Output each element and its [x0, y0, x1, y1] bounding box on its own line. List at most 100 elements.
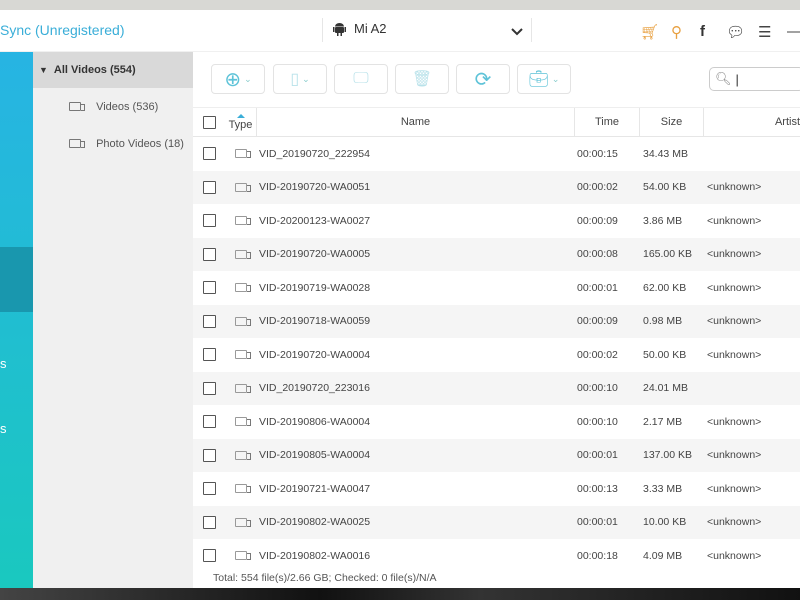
- row-checkbox[interactable]: [202, 147, 216, 161]
- delete-button[interactable]: 🗑︎: [395, 64, 449, 94]
- column-type[interactable]: Type: [225, 108, 257, 136]
- title-bar: Sync (Unregistered) Mi A2 🛒︎ ⚲ f 💬︎ ☰ —: [0, 10, 800, 52]
- video-icon: [235, 417, 251, 427]
- select-all-checkbox[interactable]: [202, 115, 216, 129]
- toolbox-button[interactable]: 💼︎ ⌄: [517, 64, 571, 94]
- tree-item-videos[interactable]: Videos (536): [33, 88, 193, 125]
- video-table: Type Name Time Size Artist VID_20190720_…: [193, 107, 800, 573]
- cell-artist: <unknown>: [707, 549, 762, 562]
- android-icon: [333, 22, 346, 36]
- table-row[interactable]: VID-20190719-WA0028 00:00:01 62.00 KB <u…: [193, 271, 800, 305]
- add-button[interactable]: ⊕ ⌄: [211, 64, 265, 94]
- tree-item-photo-videos[interactable]: Photo Videos (18): [33, 125, 193, 162]
- column-label: Name: [400, 116, 431, 128]
- video-icon: [235, 551, 251, 561]
- video-icon: [235, 350, 251, 360]
- cell-name: VID_20190720_223016: [259, 382, 370, 395]
- table-row[interactable]: VID_20190720_223016 00:00:10 24.01 MB: [193, 371, 800, 405]
- table-row[interactable]: VID-20190805-WA0004 00:00:01 137.00 KB <…: [193, 438, 800, 472]
- cell-time: 00:00:02: [577, 348, 618, 361]
- cell-name: VID-20190720-WA0005: [259, 248, 371, 261]
- cell-time: 00:00:15: [577, 147, 618, 160]
- table-row[interactable]: VID-20190718-WA0059 00:00:09 0.98 MB <un…: [193, 304, 800, 338]
- table-row[interactable]: VID-20190720-WA0004 00:00:02 50.00 KB <u…: [193, 338, 800, 372]
- row-checkbox[interactable]: [202, 281, 216, 295]
- nav-item-selected[interactable]: [0, 247, 33, 312]
- table-row[interactable]: VID-20190802-WA0016 00:00:18 4.09 MB <un…: [193, 539, 800, 573]
- row-checkbox[interactable]: [202, 180, 216, 194]
- category-tree: ▼ All Videos (554) Videos (536) Photo Vi…: [33, 52, 193, 588]
- tree-item-label: All Videos (554): [53, 64, 136, 76]
- table-row[interactable]: VID-20190720-WA0051 00:00:02 54.00 KB <u…: [193, 170, 800, 204]
- nav-item-label[interactable]: s: [0, 356, 7, 371]
- column-name[interactable]: Name: [257, 108, 575, 136]
- cell-name: VID-20190720-WA0004: [259, 348, 371, 361]
- video-icon: [235, 249, 251, 259]
- cell-size: 10.00 KB: [643, 516, 687, 529]
- cell-artist: [704, 137, 800, 171]
- row-checkbox[interactable]: [202, 549, 216, 563]
- row-checkbox[interactable]: [202, 415, 216, 429]
- table-row[interactable]: VID_20190720_222954 00:00:15 34.43 MB: [193, 137, 800, 171]
- cell-size: 4.09 MB: [643, 549, 683, 562]
- divider: [531, 18, 532, 42]
- column-size[interactable]: Size: [640, 108, 704, 136]
- feedback-icon[interactable]: 💬︎: [726, 23, 745, 41]
- cell-size: 50.00 KB: [643, 348, 687, 361]
- row-checkbox[interactable]: [202, 348, 216, 362]
- row-checkbox[interactable]: [202, 314, 216, 328]
- menu-icon[interactable]: ☰: [758, 23, 771, 41]
- cell-time: 00:00:08: [577, 248, 618, 261]
- desktop-background: [0, 0, 800, 10]
- row-checkbox[interactable]: [202, 482, 216, 496]
- chevron-down-icon: ⌄: [302, 73, 310, 84]
- table-row[interactable]: VID-20190721-WA0047 00:00:13 3.33 MB <un…: [193, 472, 800, 506]
- video-icon: [69, 139, 85, 148]
- cell-name: VID-20190718-WA0059: [259, 315, 371, 328]
- chevron-down-icon[interactable]: [511, 28, 523, 36]
- video-icon: [235, 182, 251, 192]
- cell-name: VID-20190802-WA0025: [259, 516, 371, 529]
- column-label: Type: [228, 118, 253, 131]
- cell-time: 00:00:09: [577, 214, 618, 227]
- plus-circle-icon: ⊕: [224, 68, 242, 91]
- cart-icon[interactable]: 🛒︎: [640, 23, 659, 41]
- row-checkbox[interactable]: [202, 247, 216, 261]
- device-selector[interactable]: Mi A2: [333, 21, 387, 36]
- cell-name: VID-20190805-WA0004: [259, 449, 371, 462]
- refresh-button[interactable]: ⟳: [456, 64, 510, 94]
- video-icon: [235, 484, 251, 494]
- minimize-icon[interactable]: —: [787, 23, 800, 40]
- toolbox-icon: 💼︎: [528, 71, 549, 88]
- search-input[interactable]: 🔍︎ |: [709, 67, 800, 91]
- cell-name: VID-20190721-WA0047: [259, 482, 371, 495]
- row-checkbox[interactable]: [202, 381, 216, 395]
- table-row[interactable]: VID-20190802-WA0025 00:00:01 10.00 KB <u…: [193, 505, 800, 539]
- tree-item-all-videos[interactable]: ▼ All Videos (554): [33, 52, 193, 88]
- column-time[interactable]: Time: [575, 108, 640, 136]
- table-body: VID_20190720_222954 00:00:15 34.43 MB VI…: [193, 137, 800, 573]
- cell-artist: <unknown>: [707, 516, 762, 529]
- chevron-down-icon: ⌄: [551, 73, 560, 84]
- cell-time: 00:00:09: [577, 315, 618, 328]
- cell-size: 165.00 KB: [643, 248, 693, 261]
- main-nav-sidebar: s s: [0, 52, 33, 588]
- export-to-device-button[interactable]: ▯ ⌄: [273, 64, 327, 94]
- status-bar: Total: 554 file(s)/2.66 GB; Checked: 0 f…: [213, 572, 437, 584]
- refresh-icon: ⟳: [474, 68, 492, 91]
- row-checkbox[interactable]: [202, 448, 216, 462]
- facebook-icon[interactable]: f: [700, 23, 705, 40]
- row-checkbox[interactable]: [202, 214, 216, 228]
- video-icon: [235, 316, 251, 326]
- row-checkbox[interactable]: [202, 515, 216, 529]
- column-artist[interactable]: Artist: [704, 108, 800, 136]
- key-icon[interactable]: ⚲: [671, 23, 682, 41]
- table-row[interactable]: VID-20190720-WA0005 00:00:08 165.00 KB <…: [193, 237, 800, 271]
- export-to-pc-button[interactable]: 🖵︎: [334, 64, 388, 94]
- cell-size: 24.01 MB: [643, 382, 688, 395]
- table-row[interactable]: VID-20190806-WA0004 00:00:10 2.17 MB <un…: [193, 405, 800, 439]
- table-row[interactable]: VID-20200123-WA0027 00:00:09 3.86 MB <un…: [193, 204, 800, 238]
- nav-item-label[interactable]: s: [0, 421, 7, 436]
- cell-size: 137.00 KB: [643, 449, 693, 462]
- caret-down-icon: ▼: [39, 65, 48, 75]
